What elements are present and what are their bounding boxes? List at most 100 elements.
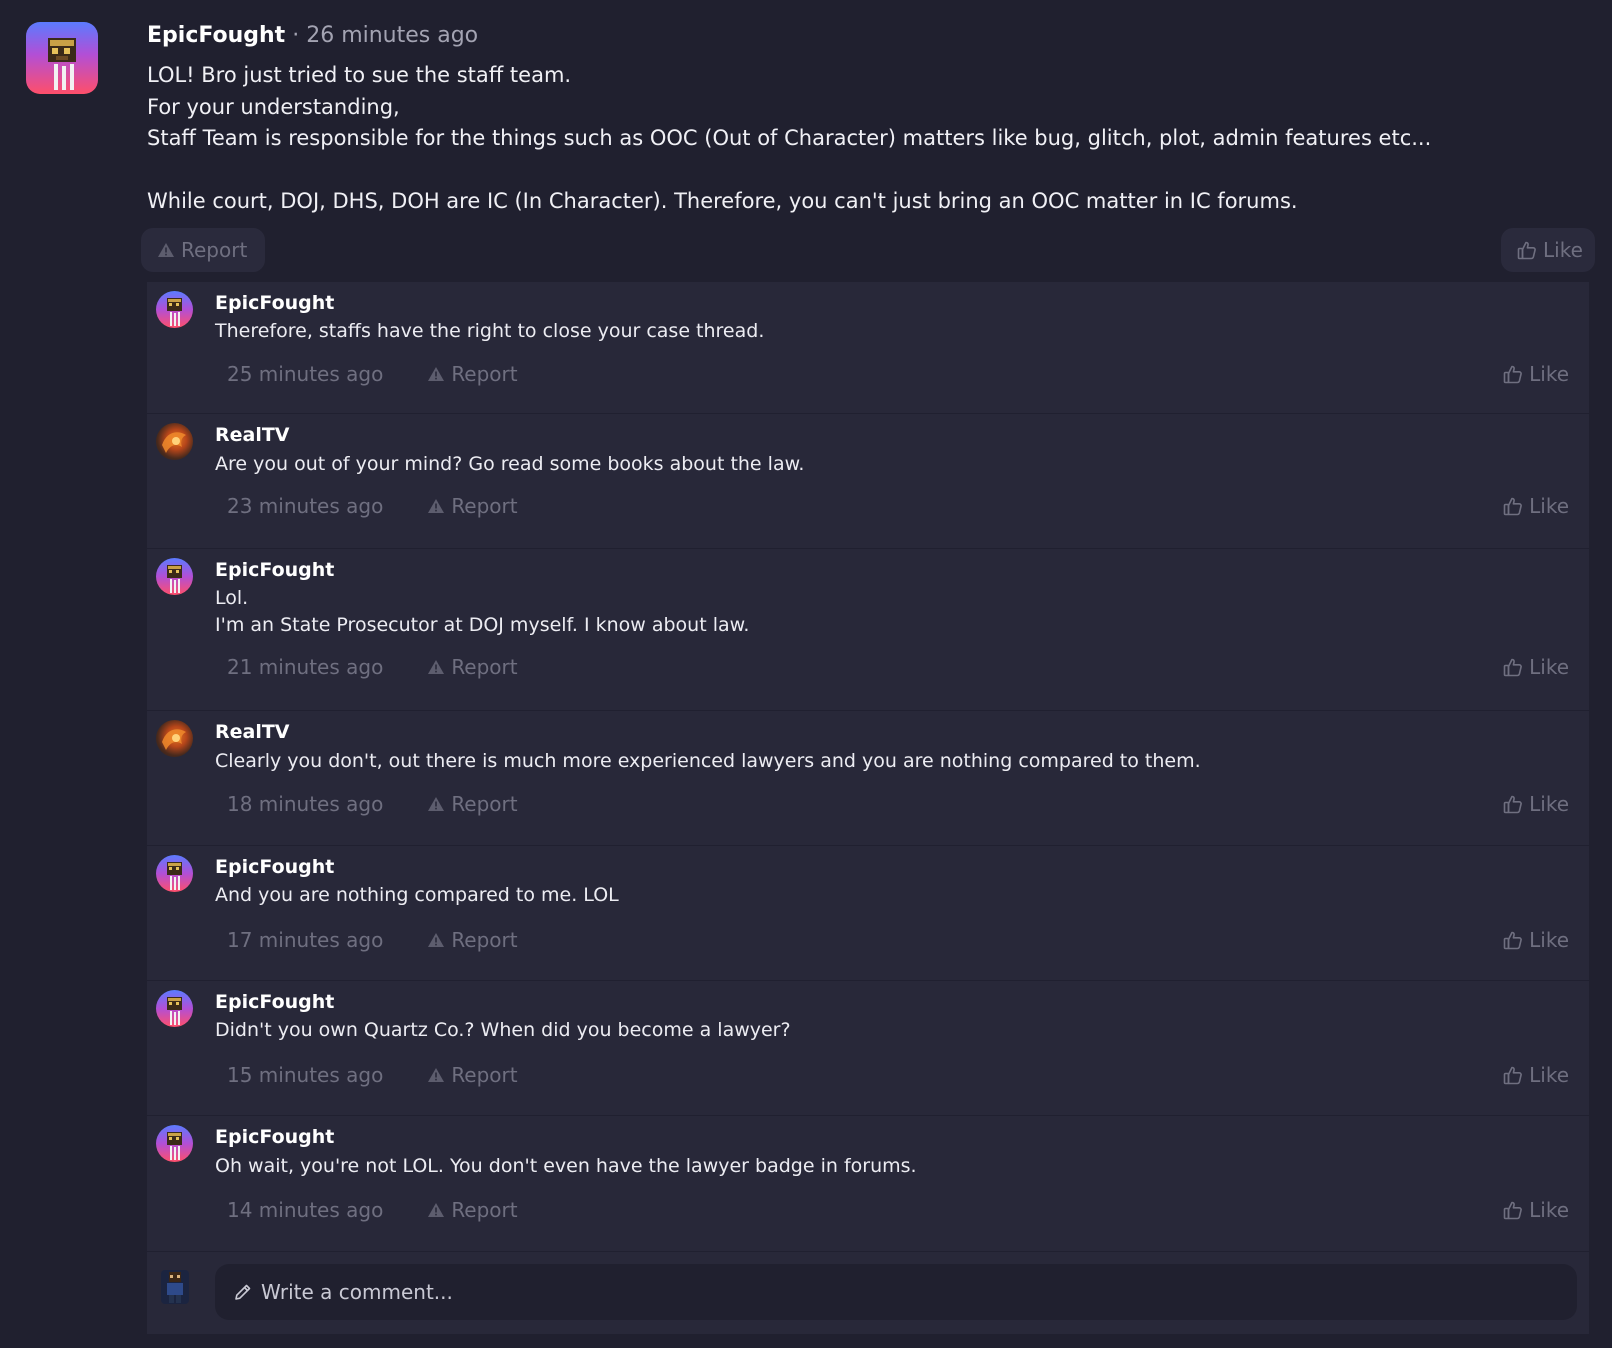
- post-author-avatar[interactable]: [26, 22, 98, 94]
- comment-line: Therefore, staffs have the right to clos…: [215, 320, 765, 342]
- pixel-character-icon: [48, 38, 76, 90]
- comment-line: Clearly you don't, out there is much mor…: [215, 750, 1201, 772]
- post-body: LOL! Bro just tried to sue the staff tea…: [147, 60, 1597, 218]
- commenter-avatar[interactable]: [156, 423, 193, 460]
- warning-icon: [157, 242, 175, 258]
- comment-item: EpicFought Didn't you own Quartz Co.? Wh…: [147, 981, 1589, 1116]
- like-label: Like: [1529, 362, 1569, 386]
- pixel-character-icon: [167, 1132, 182, 1160]
- comment-like-button[interactable]: Like: [1503, 655, 1569, 679]
- report-label: Report: [451, 655, 518, 679]
- comment-like-button[interactable]: Like: [1503, 792, 1569, 816]
- thumbs-up-icon: [1503, 794, 1523, 814]
- comment-item: RealTV Clearly you don't, out there is m…: [147, 711, 1589, 846]
- warning-icon: [427, 659, 445, 675]
- thumbs-up-icon: [1503, 930, 1523, 950]
- commenter-name[interactable]: EpicFought: [215, 292, 334, 314]
- comment-report-button[interactable]: Report: [427, 1063, 518, 1087]
- comment-item: RealTV Are you out of your mind? Go read…: [147, 414, 1589, 549]
- commenter-avatar[interactable]: [156, 720, 193, 757]
- comment-meta: 18 minutes ago Report: [227, 792, 518, 816]
- post-line: LOL! Bro just tried to sue the staff tea…: [147, 63, 572, 87]
- thumbs-up-icon: [1503, 657, 1523, 677]
- comment-report-button[interactable]: Report: [427, 792, 518, 816]
- report-label: Report: [451, 1063, 518, 1087]
- comment-timestamp: 15 minutes ago: [227, 1063, 384, 1087]
- like-label: Like: [1543, 238, 1583, 262]
- comment-report-button[interactable]: Report: [427, 928, 518, 952]
- comment-composer: Write a comment...: [147, 1252, 1589, 1334]
- comment-text: Lol. I'm an State Prosecutor at DOJ myse…: [215, 585, 749, 639]
- comment-list: EpicFought Therefore, staffs have the ri…: [147, 282, 1589, 1334]
- pixel-character-icon: [167, 565, 182, 593]
- warning-icon: [427, 1202, 445, 1218]
- comment-report-button[interactable]: Report: [427, 494, 518, 518]
- commenter-name[interactable]: EpicFought: [215, 856, 334, 878]
- comment-text: Clearly you don't, out there is much mor…: [215, 748, 1201, 775]
- comment-meta: 15 minutes ago Report: [227, 1063, 518, 1087]
- like-label: Like: [1529, 792, 1569, 816]
- like-label: Like: [1529, 1063, 1569, 1087]
- comment-timestamp: 23 minutes ago: [227, 494, 384, 518]
- comment-report-button[interactable]: Report: [427, 362, 518, 386]
- comment-meta: 17 minutes ago Report: [227, 928, 518, 952]
- comment-text: Therefore, staffs have the right to clos…: [215, 318, 764, 345]
- comment-item: EpicFought Lol. I'm an State Prosecutor …: [147, 549, 1589, 711]
- comment-meta: 14 minutes ago Report: [227, 1198, 518, 1222]
- commenter-name[interactable]: EpicFought: [215, 1126, 334, 1148]
- commenter-avatar[interactable]: [156, 558, 193, 595]
- thumbs-up-icon: [1503, 496, 1523, 516]
- comment-text: And you are nothing compared to me. LOL: [215, 882, 619, 909]
- comment-report-button[interactable]: Report: [427, 655, 518, 679]
- pixel-character-icon: [167, 997, 182, 1025]
- commenter-name[interactable]: EpicFought: [215, 991, 334, 1013]
- thumbs-up-icon: [1503, 1200, 1523, 1220]
- comment-input[interactable]: Write a comment...: [215, 1264, 1577, 1320]
- comment-item: EpicFought Oh wait, you're not LOL. You …: [147, 1116, 1589, 1252]
- commenter-avatar[interactable]: [156, 855, 193, 892]
- comment-line: Didn't you own Quartz Co.? When did you …: [215, 1019, 791, 1041]
- warning-icon: [427, 366, 445, 382]
- pixel-character-icon: [167, 1272, 183, 1303]
- comment-like-button[interactable]: Like: [1503, 362, 1569, 386]
- comment-item: EpicFought And you are nothing compared …: [147, 846, 1589, 981]
- comment-like-button[interactable]: Like: [1503, 1198, 1569, 1222]
- comment-line: Oh wait, you're not LOL. You don't even …: [215, 1155, 917, 1177]
- pixel-character-icon: [167, 298, 182, 326]
- commenter-name[interactable]: EpicFought: [215, 559, 334, 581]
- comment-report-button[interactable]: Report: [427, 1198, 518, 1222]
- post-author-name[interactable]: EpicFought: [147, 23, 285, 48]
- commenter-avatar[interactable]: [156, 1125, 193, 1162]
- commenter-name[interactable]: RealTV: [215, 424, 290, 446]
- like-label: Like: [1529, 1198, 1569, 1222]
- header-separator: ·: [292, 23, 300, 48]
- current-user-avatar: [161, 1270, 189, 1304]
- like-label: Like: [1529, 928, 1569, 952]
- comment-text: Are you out of your mind? Go read some b…: [215, 451, 804, 478]
- thumbs-up-icon: [1503, 1065, 1523, 1085]
- comment-like-button[interactable]: Like: [1503, 928, 1569, 952]
- post-like-button[interactable]: Like: [1501, 228, 1595, 272]
- comment-line: Lol.: [215, 587, 249, 609]
- post-line: While court, DOJ, DHS, DOH are IC (In Ch…: [147, 189, 1298, 213]
- report-label: Report: [451, 1198, 518, 1222]
- commenter-avatar[interactable]: [156, 291, 193, 328]
- post-report-button[interactable]: Report: [141, 228, 265, 272]
- commenter-avatar[interactable]: [156, 990, 193, 1027]
- post-actions: Report Like: [141, 228, 1595, 272]
- comment-item: EpicFought Therefore, staffs have the ri…: [147, 282, 1589, 414]
- post-timestamp: 26 minutes ago: [306, 23, 479, 48]
- comment-timestamp: 14 minutes ago: [227, 1198, 384, 1222]
- pencil-icon: [233, 1282, 253, 1302]
- post-line-blank: [147, 155, 1597, 187]
- comment-like-button[interactable]: Like: [1503, 1063, 1569, 1087]
- comment-meta: 25 minutes ago Report: [227, 362, 518, 386]
- comment-line: Are you out of your mind? Go read some b…: [215, 453, 805, 475]
- pixel-character-icon: [167, 862, 182, 890]
- comment-timestamp: 18 minutes ago: [227, 792, 384, 816]
- comment-like-button[interactable]: Like: [1503, 494, 1569, 518]
- like-label: Like: [1529, 655, 1569, 679]
- commenter-name[interactable]: RealTV: [215, 721, 290, 743]
- warning-icon: [427, 1067, 445, 1083]
- comment-line: And you are nothing compared to me. LOL: [215, 884, 619, 906]
